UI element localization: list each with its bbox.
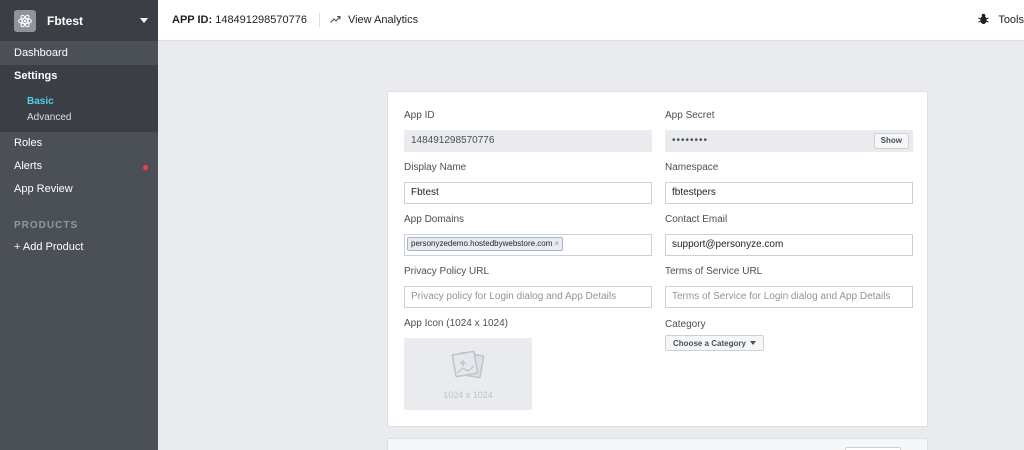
sidebar-item-dashboard[interactable]: Dashboard [0,42,158,65]
app-id-input: 148491298570776 [404,130,652,152]
app-id-label: APP ID: [172,14,213,26]
sidebar-item-alerts[interactable]: Alerts [0,155,158,178]
next-settings-card [387,438,928,450]
domain-tag-label: personyzedemo.hostedbywebstore.com [411,239,553,248]
privacy-policy-field-label: Privacy Policy URL [404,266,490,277]
category-field: Category Choose a Category [665,318,913,351]
app-id-field-label: App ID [404,110,435,121]
basic-settings-card: App ID 148491298570776 App Secret ••••••… [387,91,928,427]
divider [318,13,320,27]
view-analytics-link[interactable]: View Analytics [330,14,418,26]
app-id-display: APP ID: 148491298570776 [172,14,307,26]
app-switcher[interactable]: Fbtest [0,0,158,41]
top-bar: APP ID: 148491298570776 View Analytics T… [158,0,1024,41]
caret-down-icon [749,341,756,345]
app-id-field: App ID 148491298570776 [404,109,652,152]
bug-icon[interactable] [978,13,990,28]
sidebar-item-alerts-label: Alerts [14,160,43,172]
chevron-down-icon[interactable] [140,18,148,23]
app-secret-input: •••••••• Show [665,130,913,152]
terms-of-service-input[interactable]: Terms of Service for Login dialog and Ap… [665,286,913,308]
sidebar-item-settings[interactable]: Settings [0,65,158,88]
products-heading: PRODUCTS [14,220,79,231]
domain-tag: personyzedemo.hostedbywebstore.com × [407,237,564,251]
trend-up-icon [330,14,341,26]
contact-email-field: Contact Email support@personyze.com [665,213,913,256]
display-name-field-label: Display Name [404,162,467,173]
app-name: Fbtest [47,13,83,28]
add-product-link[interactable]: + Add Product [0,236,158,259]
namespace-field-label: Namespace [665,162,719,173]
app-secret-field: App Secret •••••••• Show [665,109,913,152]
terms-of-service-field: Terms of Service URL Terms of Service fo… [665,265,913,308]
sidebar-item-roles[interactable]: Roles [0,132,158,155]
sidebar-subitem-basic[interactable]: Basic [0,94,158,110]
show-secret-button[interactable]: Show [873,133,909,149]
contact-email-input[interactable]: support@personyze.com [665,234,913,256]
namespace-input[interactable]: fbtestpers [665,182,913,204]
privacy-policy-input[interactable]: Privacy policy for Login dialog and App … [404,286,652,308]
app-icon-field: App Icon (1024 x 1024) 1024 x 1024 [404,317,652,410]
display-name-input[interactable]: Fbtest [404,182,652,204]
app-domains-field: App Domains personyzedemo.hostedbywebsto… [404,213,652,256]
display-name-field: Display Name Fbtest [404,161,652,204]
app-domains-field-label: App Domains [404,214,465,225]
terms-of-service-field-label: Terms of Service URL [665,266,763,277]
app-secret-masked-value: •••••••• [672,135,709,146]
sidebar-subitem-advanced[interactable]: Advanced [0,110,158,126]
alert-indicator-dot [143,165,148,170]
namespace-field: Namespace fbtestpers [665,161,913,204]
app-secret-field-label: App Secret [665,110,715,121]
contact-email-field-label: Contact Email [665,214,728,225]
privacy-policy-field: Privacy Policy URL Privacy policy for Lo… [404,265,652,308]
app-domains-input[interactable]: personyzedemo.hostedbywebstore.com × [404,234,652,256]
settings-subnav: Basic Advanced [0,88,158,132]
app-icon-field-label: App Icon (1024 x 1024) [404,318,508,329]
tools-label: Tools [998,14,1024,26]
category-field-label: Category [665,319,706,330]
image-placeholder-icon [448,349,488,384]
choose-category-dropdown[interactable]: Choose a Category [665,335,764,351]
tools-menu[interactable]: Tools [978,13,1024,28]
remove-tag-icon[interactable]: × [554,239,559,248]
sidebar-item-app-review[interactable]: App Review [0,178,158,201]
app-logo-icon [14,9,36,32]
app-id-value: 148491298570776 [215,14,307,26]
app-icon-upload[interactable]: 1024 x 1024 [404,338,532,410]
choose-category-label: Choose a Category [673,338,746,348]
sidebar: Fbtest Dashboard Settings Basic Advanced… [0,0,158,450]
view-analytics-label: View Analytics [347,14,419,26]
icon-size-text: 1024 x 1024 [443,389,493,400]
